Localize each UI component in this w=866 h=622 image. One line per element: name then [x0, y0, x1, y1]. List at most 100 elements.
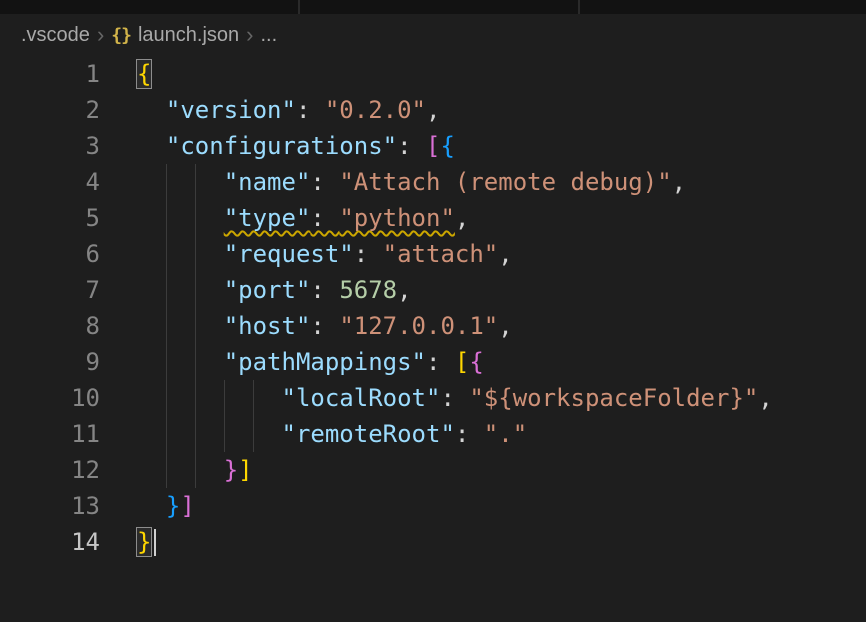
code-line[interactable]: 13 }]	[0, 488, 866, 524]
code-token: :	[296, 96, 325, 124]
code-token: "name"	[224, 168, 311, 196]
line-number[interactable]: 11	[0, 416, 100, 452]
line-number[interactable]: 10	[0, 380, 100, 416]
code-line[interactable]: 11 "remoteRoot": "."	[0, 416, 866, 452]
code-token	[137, 348, 224, 376]
breadcrumb-file[interactable]: launch.json	[138, 24, 239, 47]
code-line[interactable]: 8 "host": "127.0.0.1",	[0, 308, 866, 344]
code-token: :	[310, 204, 339, 232]
code-token: "Attach (remote debug)"	[339, 168, 671, 196]
code-line[interactable]: 7 "port": 5678,	[0, 272, 866, 308]
code-token: ,	[498, 240, 512, 268]
code-token: :	[455, 420, 484, 448]
code-token: 5678	[339, 276, 397, 304]
code-text: "host": "127.0.0.1",	[137, 308, 513, 344]
code-token: "attach"	[383, 240, 499, 268]
chevron-right-icon: ›	[97, 24, 104, 46]
code-token	[137, 276, 224, 304]
code-token: "python"	[339, 204, 455, 232]
code-token: {	[137, 60, 151, 88]
line-number[interactable]: 13	[0, 488, 100, 524]
breadcrumb: .vscode › {} launch.json › ...	[0, 14, 866, 56]
code-token: "port"	[224, 276, 311, 304]
breadcrumb-symbol-more[interactable]: ...	[260, 24, 277, 47]
code-token	[137, 240, 224, 268]
line-number[interactable]: 14	[0, 524, 100, 560]
code-token: ,	[672, 168, 686, 196]
code-token	[137, 132, 166, 160]
code-token: "host"	[224, 312, 311, 340]
code-token: [	[455, 348, 469, 376]
code-token: "pathMappings"	[224, 348, 426, 376]
line-number[interactable]: 2	[0, 92, 100, 128]
code-token: "request"	[224, 240, 354, 268]
code-token	[137, 420, 282, 448]
code-text: "version": "0.2.0",	[137, 92, 440, 128]
code-line[interactable]: 12 }]	[0, 452, 866, 488]
code-token: "${workspaceFolder}"	[469, 384, 758, 412]
line-number[interactable]: 6	[0, 236, 100, 272]
code-text: "localRoot": "${workspaceFolder}",	[137, 380, 773, 416]
code-line[interactable]: 5 "type": "python",	[0, 200, 866, 236]
code-token	[137, 384, 282, 412]
code-text: {	[137, 56, 151, 92]
line-number[interactable]: 8	[0, 308, 100, 344]
code-token	[137, 204, 224, 232]
line-number[interactable]: 1	[0, 56, 100, 92]
code-token: ]	[238, 456, 252, 484]
code-token: "type"	[224, 204, 311, 232]
code-lines: 1{2 "version": "0.2.0",3 "configurations…	[0, 56, 866, 560]
code-text: }	[137, 524, 156, 560]
tab-separator	[578, 0, 580, 14]
code-token: ,	[758, 384, 772, 412]
tab-separator	[298, 0, 300, 14]
code-line[interactable]: 1{	[0, 56, 866, 92]
code-token: "remoteRoot"	[282, 420, 455, 448]
code-token: :	[440, 384, 469, 412]
code-text: "port": 5678,	[137, 272, 412, 308]
code-text: "name": "Attach (remote debug)",	[137, 164, 686, 200]
vscode-editor-window: .vscode › {} launch.json › ... 1{2 "vers…	[0, 0, 866, 622]
code-token: ]	[180, 492, 194, 520]
code-editor[interactable]: 1{2 "version": "0.2.0",3 "configurations…	[0, 56, 866, 560]
code-text: "pathMappings": [{	[137, 344, 484, 380]
code-line[interactable]: 14}	[0, 524, 866, 560]
code-token: ,	[397, 276, 411, 304]
line-number[interactable]: 3	[0, 128, 100, 164]
code-text: "remoteRoot": "."	[137, 416, 527, 452]
json-file-icon: {}	[111, 25, 131, 46]
code-line[interactable]: 9 "pathMappings": [{	[0, 344, 866, 380]
code-token: ,	[498, 312, 512, 340]
code-line[interactable]: 2 "version": "0.2.0",	[0, 92, 866, 128]
line-number[interactable]: 4	[0, 164, 100, 200]
code-line[interactable]: 10 "localRoot": "${workspaceFolder}",	[0, 380, 866, 416]
line-number[interactable]: 5	[0, 200, 100, 236]
code-token: :	[310, 276, 339, 304]
code-token: {	[469, 348, 483, 376]
code-token: [	[426, 132, 440, 160]
code-token	[137, 168, 224, 196]
code-token: :	[426, 348, 455, 376]
code-token: ,	[426, 96, 440, 124]
text-cursor	[154, 529, 156, 556]
code-token: ,	[455, 204, 469, 232]
code-token: :	[310, 168, 339, 196]
code-line[interactable]: 4 "name": "Attach (remote debug)",	[0, 164, 866, 200]
line-number[interactable]: 12	[0, 452, 100, 488]
code-text: "request": "attach",	[137, 236, 513, 272]
code-token: :	[397, 132, 426, 160]
code-token	[137, 96, 166, 124]
line-number[interactable]: 9	[0, 344, 100, 380]
code-token: "0.2.0"	[325, 96, 426, 124]
chevron-right-icon: ›	[246, 24, 253, 46]
code-text: }]	[137, 452, 253, 488]
code-text: }]	[137, 488, 195, 524]
code-token: "version"	[166, 96, 296, 124]
code-line[interactable]: 6 "request": "attach",	[0, 236, 866, 272]
code-token: }	[224, 456, 238, 484]
code-token	[137, 492, 166, 520]
line-number[interactable]: 7	[0, 272, 100, 308]
breadcrumb-folder[interactable]: .vscode	[21, 24, 90, 47]
code-token: {	[440, 132, 454, 160]
code-line[interactable]: 3 "configurations": [{	[0, 128, 866, 164]
